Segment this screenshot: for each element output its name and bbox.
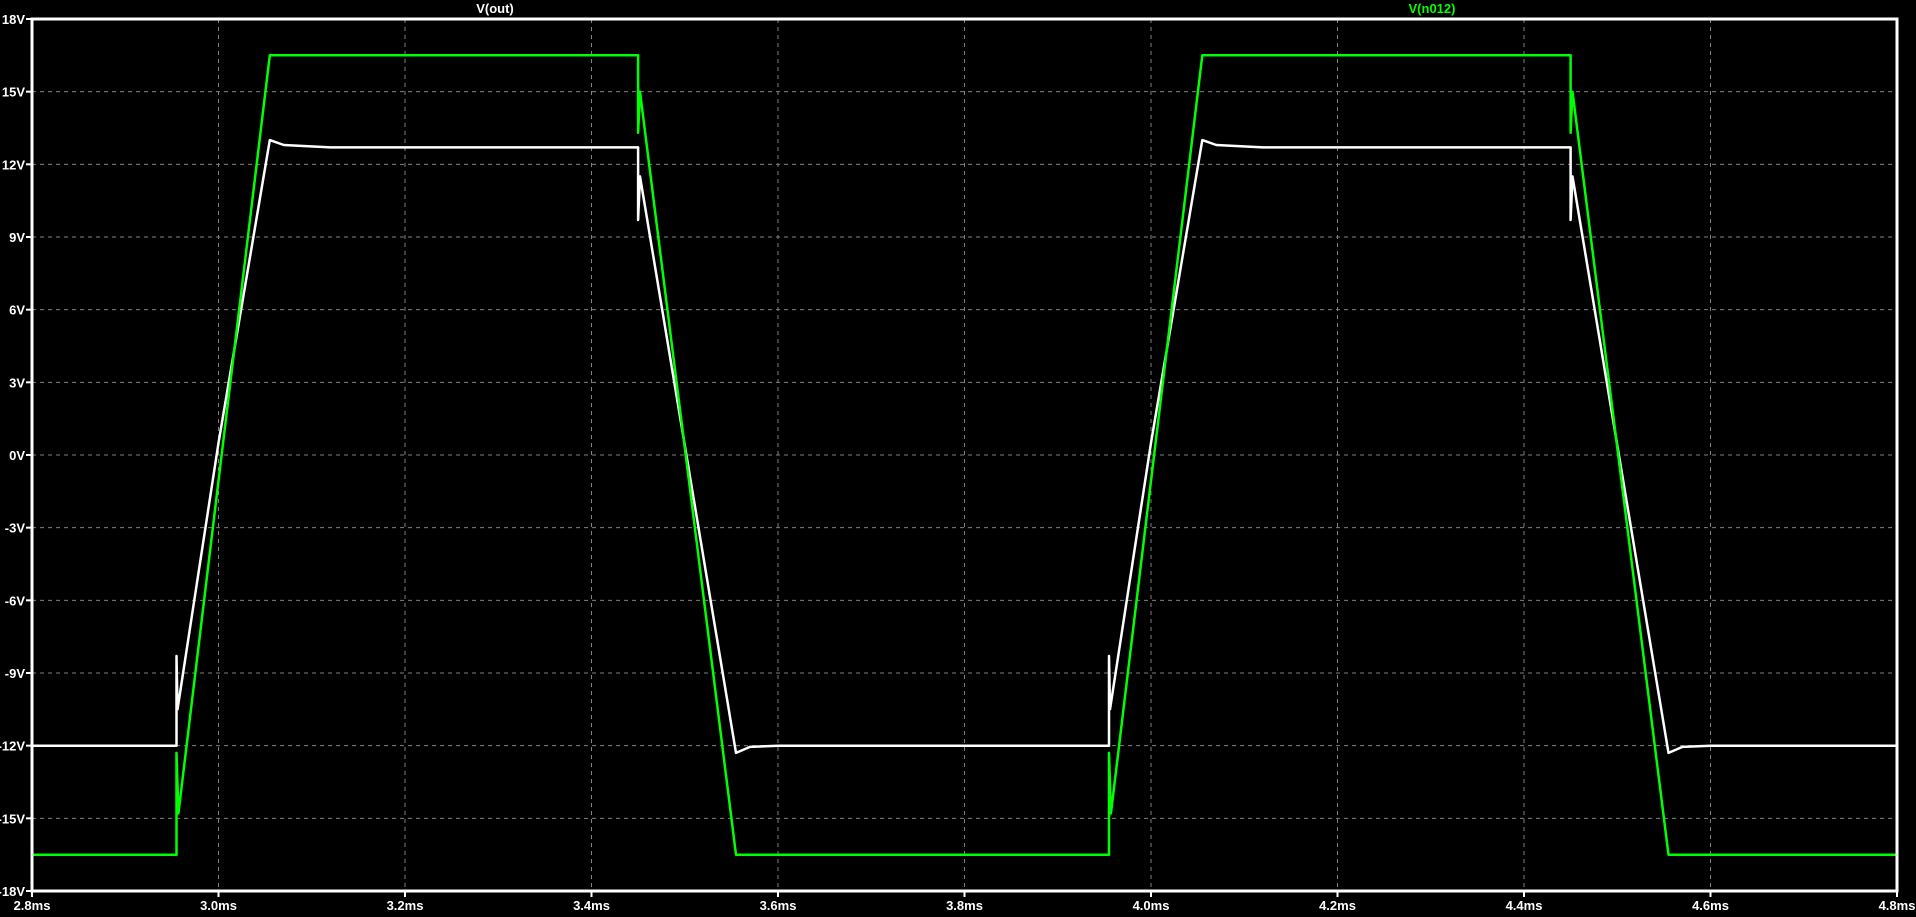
y-tick-label: -12V [0, 739, 25, 754]
y-tick-label: -3V [5, 521, 26, 536]
legend-label[interactable]: V(n012) [1409, 1, 1456, 16]
x-tick-label: 3.6ms [760, 898, 797, 913]
axis-ticks: 2.8ms 3.0ms 3.2ms 3.4ms 3.6ms 3.8ms 4.0ms 4.2ms… [0, 12, 1915, 913]
x-tick-label: 2.8ms [14, 898, 51, 913]
y-tick-label: 0V [9, 448, 25, 463]
x-tick-label: 3.8ms [946, 898, 983, 913]
legend: V(out) V(n012) [476, 1, 1455, 16]
legend-label[interactable]: V(out) [476, 1, 514, 16]
x-tick-label: 3.0ms [200, 898, 237, 913]
y-tick-label: 12V [2, 157, 25, 172]
x-tick-label: 4.8ms [1879, 898, 1916, 913]
y-tick-label: 6V [9, 303, 25, 318]
x-tick-label: 3.2ms [387, 898, 424, 913]
x-tick-label: 4.4ms [1506, 898, 1543, 913]
y-tick-label: 18V [2, 12, 25, 27]
y-tick-label: 9V [9, 230, 25, 245]
x-tick-label: 4.0ms [1133, 898, 1170, 913]
x-tick-label: 4.6ms [1692, 898, 1729, 913]
y-tick-label: -9V [5, 666, 26, 681]
y-tick-label: -15V [0, 811, 25, 826]
y-tick-label: -6V [5, 593, 26, 608]
waveform-plot[interactable]: 2.8ms 3.0ms 3.2ms 3.4ms 3.6ms 3.8ms 4.0ms 4.2ms… [0, 0, 1916, 917]
y-tick-label: 15V [2, 85, 25, 100]
x-tick-label: 4.2ms [1319, 898, 1356, 913]
y-tick-label: 3V [9, 375, 25, 390]
x-tick-label: 3.4ms [573, 898, 610, 913]
y-tick-label: -18V [0, 884, 25, 899]
